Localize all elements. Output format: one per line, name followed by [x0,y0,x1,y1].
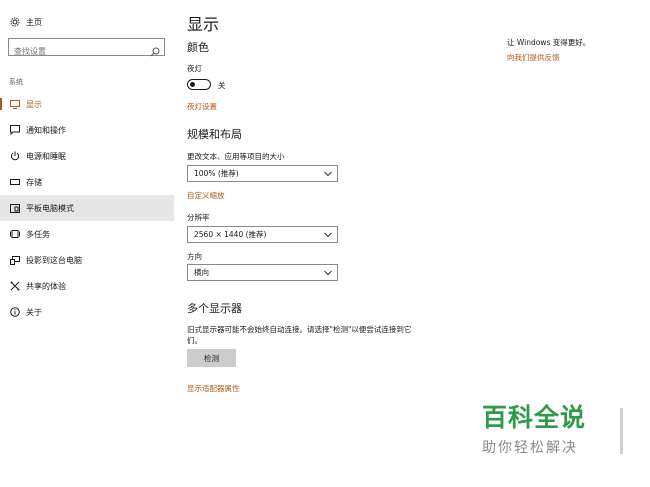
custom-scaling-link[interactable]: 自定义缩放 [187,190,225,201]
detect-button[interactable]: 检测 [187,349,236,367]
feedback-text: 让 Windows 变得更好。 [507,38,591,47]
multi-display-heading: 多个显示器 [187,302,242,315]
toggle-knob [190,81,195,87]
sidebar-item-storage[interactable]: 存储 [0,169,174,195]
scale-dropdown[interactable]: 100% (推荐) [187,165,338,182]
sidebar-item-label: 存储 [26,177,42,187]
night-light-label: 夜灯 [187,64,202,73]
chevron-down-icon [324,170,332,179]
sidebar-item-label: 多任务 [26,229,50,239]
sidebar-item-label: 显示 [26,99,42,109]
multi-display-description: 旧式显示器可能不会始终自动连接。请选择"检测"以便尝试连接到它们。 [187,325,412,345]
scale-label: 更改文本、应用等项目的大小 [187,152,285,161]
sidebar-item-display[interactable]: 显示 [0,91,174,117]
watermark: 百科全说 助你轻松解决 [482,398,604,457]
resolution-label: 分辨率 [187,213,210,222]
monitor-icon [9,99,20,110]
message-icon [9,125,20,136]
sidebar-item-project[interactable]: 投影到这台电脑 [0,247,174,273]
orientation-dropdown[interactable]: 横向 [187,264,338,281]
night-light-state: 关 [218,81,226,90]
sidebar: 主页 系统 显示 通知和操作 电源和睡眠 存储 平板电脑 [0,0,174,487]
watermark-title: 百科全说 [482,403,587,432]
resolution-value: 2560 × 1440 (推荐) [194,230,267,239]
gear-icon [9,17,20,27]
sidebar-item-label: 通知和操作 [26,125,66,135]
feedback-link[interactable]: 向我们提供反馈 [507,52,590,63]
sidebar-item-label: 投影到这台电脑 [26,255,82,265]
color-heading: 颜色 [187,41,209,54]
project-icon [9,255,20,266]
sidebar-item-notifications[interactable]: 通知和操作 [0,117,174,143]
layout-heading: 规模和布局 [187,128,242,141]
orientation-label: 方向 [187,252,202,261]
home-link[interactable]: 主页 [9,16,42,28]
night-light-settings-link[interactable]: 夜灯设置 [187,101,217,112]
sidebar-item-label: 电源和睡眠 [26,151,66,161]
info-icon [9,307,20,318]
sidebar-item-multitasking[interactable]: 多任务 [0,221,174,247]
scale-value: 100% (推荐) [194,169,239,178]
main-panel: 显示 颜色 夜灯 关 夜灯设置 规模和布局 更改文本、应用等项目的大小 100%… [187,0,487,487]
watermark-stripe [620,408,623,454]
night-light-toggle[interactable] [187,79,211,90]
adapter-properties-link[interactable]: 显示适配器属性 [187,383,240,394]
page-title: 显示 [187,15,220,34]
multitask-icon [9,229,20,240]
tablet-icon [9,203,20,214]
sidebar-item-label: 关于 [26,307,42,317]
sidebar-item-shared[interactable]: 共享的体验 [0,273,174,299]
home-label: 主页 [26,17,42,27]
sidebar-item-power[interactable]: 电源和睡眠 [0,143,174,169]
search-box[interactable] [8,38,165,60]
power-icon [9,151,20,162]
search-icon[interactable] [150,42,160,61]
sidebar-item-tablet[interactable]: 平板电脑模式 [0,195,174,221]
orientation-value: 横向 [194,268,209,277]
drive-icon [9,177,20,188]
share-icon [9,281,20,292]
search-input[interactable] [9,43,139,60]
watermark-subtitle: 助你轻松解决 [482,440,578,456]
sidebar-item-label: 平板电脑模式 [26,203,74,213]
sidebar-item-about[interactable]: 关于 [0,299,174,325]
chevron-down-icon [324,231,332,240]
resolution-dropdown[interactable]: 2560 × 1440 (推荐) [187,226,338,243]
section-label: 系统 [9,78,23,86]
feedback-panel: 让 Windows 变得更好。 向我们提供反馈 [507,37,590,63]
chevron-down-icon [324,269,332,278]
sidebar-item-label: 共享的体验 [26,281,66,291]
